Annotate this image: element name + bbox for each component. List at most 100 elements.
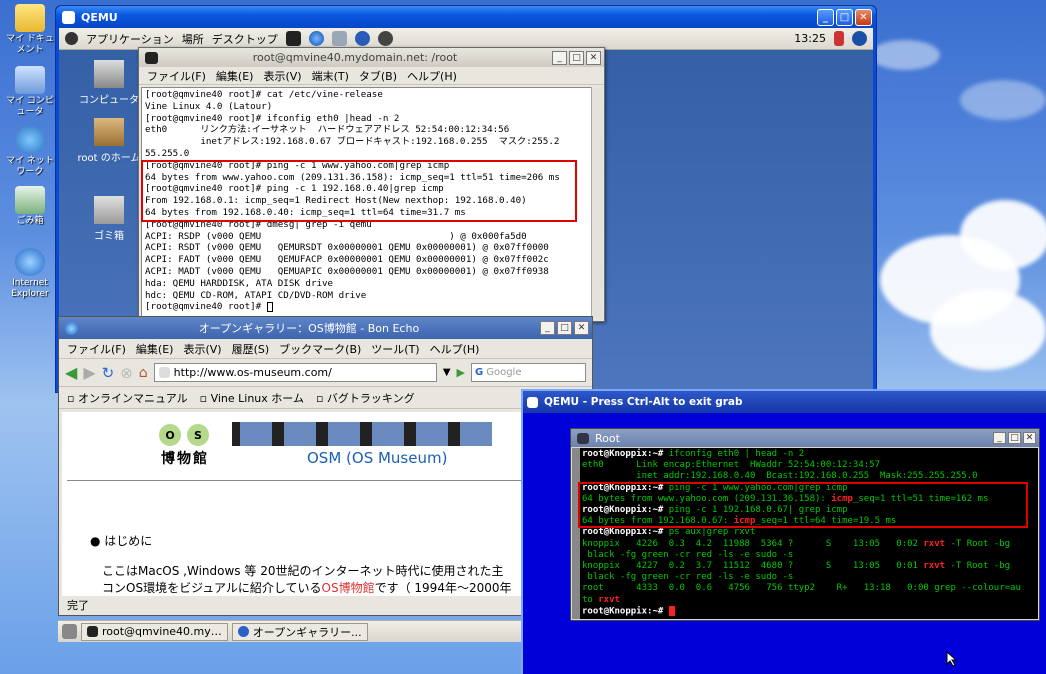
search-input[interactable]: G Google xyxy=(471,363,586,382)
minimize-button[interactable]: _ xyxy=(552,50,567,65)
minimize-button[interactable]: _ xyxy=(993,432,1006,444)
terminal-line: ACPI: MADT (v000 QEMU QEMUAPIC 0x0000000… xyxy=(145,265,549,277)
terminal-line: ACPI: RSDP (v000 QEMU ) @ 0x000fa5d0 xyxy=(145,230,527,242)
home-icon[interactable]: ⌂ xyxy=(139,365,148,381)
terminal-titlebar[interactable]: root@qmvine40.mydomain.net: /root _ □ ✕ xyxy=(139,48,604,67)
browser-launcher-icon[interactable] xyxy=(308,31,324,46)
terminal-scrollbar[interactable] xyxy=(591,87,603,319)
browser-menubar: ファイル(F) 編集(E) 表示(V) 履歴(S) ブックマーク(B) ツール(… xyxy=(59,339,592,359)
terminal-line: [root@qmvine40 root]# xyxy=(145,301,589,313)
menu-file[interactable]: ファイル(F) xyxy=(147,68,206,84)
maximize-button[interactable]: □ xyxy=(836,8,853,26)
help-icon[interactable] xyxy=(354,31,370,46)
panel-menu-desktop[interactable]: デスクトップ xyxy=(212,31,278,47)
panel-menu-places[interactable]: 場所 xyxy=(182,31,204,47)
url-bar[interactable]: http://www.os-museum.com/ xyxy=(153,363,437,382)
terminal-segment: rxvt xyxy=(598,594,620,605)
highlight-box xyxy=(141,160,577,222)
bookmark-manual[interactable]: ▫ オンラインマニュアル xyxy=(67,390,188,406)
menu-bookmarks[interactable]: ブックマーク(B) xyxy=(279,341,361,357)
desktop-icon-my-network[interactable]: マイ ネットワーク xyxy=(2,126,58,178)
menu-terminal[interactable]: 端末(T) xyxy=(312,68,349,84)
mail-launcher-icon[interactable] xyxy=(331,31,347,46)
menu-history[interactable]: 履歴(S) xyxy=(232,341,270,357)
film-strip-image xyxy=(232,422,492,446)
forward-arrow-icon[interactable]: ▶ xyxy=(83,363,95,382)
reload-icon[interactable]: ↻ xyxy=(102,364,115,382)
bookmark-vine-home[interactable]: ▫ Vine Linux ホーム xyxy=(200,390,304,406)
root-terminal-window[interactable]: Root _ □ ✕ root@Knoppix:~# ifconfig eth0… xyxy=(570,428,1040,621)
close-button[interactable]: ✕ xyxy=(855,8,872,26)
desktop-icon-my-documents[interactable]: マイ ドキュメント xyxy=(2,4,58,56)
menu-tabs[interactable]: タブ(B) xyxy=(359,68,397,84)
desktop-icon-internet-explorer[interactable]: Internet Explorer xyxy=(2,248,58,300)
recycle-bin-icon xyxy=(15,186,45,214)
taskbar-browser[interactable]: オープンギャラリー... xyxy=(231,622,368,641)
terminal-window[interactable]: root@qmvine40.mydomain.net: /root _ □ ✕ … xyxy=(138,47,605,322)
minimize-button[interactable]: _ xyxy=(817,8,834,26)
firefox-icon xyxy=(65,321,78,335)
firefox-icon xyxy=(237,626,249,637)
terminal-scrollbar[interactable] xyxy=(572,448,580,619)
navigation-toolbar: ◀ ▶ ↻ ⊗ ⌂ http://www.os-museum.com/ ▼ ▶ … xyxy=(59,359,592,387)
os-museum-link[interactable]: OS博物館 xyxy=(322,581,375,595)
qemu-titlebar[interactable]: QEMU _ □ ✕ xyxy=(56,6,876,28)
url-dropdown-icon[interactable]: ▼ xyxy=(443,367,451,378)
qemu-knoppix-window[interactable]: QEMU - Press Ctrl-Alt to exit grab Root … xyxy=(521,389,1046,674)
desktop-icon-my-computer[interactable]: マイ コンピュータ xyxy=(2,66,58,118)
update-icon[interactable] xyxy=(852,31,867,46)
terminal-line: inet addr:192.168.0.40 Bcast:192.168.0.2… xyxy=(582,471,1036,482)
terminal-icon xyxy=(577,432,589,444)
terminal-launcher-icon[interactable] xyxy=(285,31,301,46)
go-icon[interactable]: ▶ xyxy=(457,366,465,379)
panel-menu-applications[interactable]: アプリケーション xyxy=(86,31,174,47)
guest-icon-computer[interactable]: コンピュータ xyxy=(74,60,144,106)
minimize-button[interactable]: _ xyxy=(540,321,555,335)
maximize-button[interactable]: □ xyxy=(1008,432,1021,444)
browser-window[interactable]: オープンギャラリー：OS博物館 - Bon Echo _ □ ✕ ファイル(F)… xyxy=(58,316,593,616)
menu-edit[interactable]: 編集(E) xyxy=(216,68,254,84)
menu-file[interactable]: ファイル(F) xyxy=(67,341,126,357)
menu-view[interactable]: 表示(V) xyxy=(263,68,301,84)
bookmark-bugtracking[interactable]: ▫ バグトラッキング xyxy=(316,390,415,406)
terminal-line: hda: QEMU HARDDISK, ATA DISK drive xyxy=(145,277,334,289)
terminal-line: knoppix 4227 0.2 3.7 11512 4680 ? S 13:0… xyxy=(582,561,1036,572)
back-arrow-icon[interactable]: ◀ xyxy=(65,363,77,382)
knoppix-terminal-output[interactable]: root@Knoppix:~# ifconfig eth0 | head -n … xyxy=(572,448,1038,619)
close-button[interactable]: ✕ xyxy=(1023,432,1036,444)
guest-icon-home[interactable]: root のホーム xyxy=(74,118,144,164)
menu-help[interactable]: ヘルプ(H) xyxy=(407,68,457,84)
bug-icon[interactable] xyxy=(377,31,393,46)
mouse-cursor-icon xyxy=(946,651,958,667)
stop-icon[interactable]: ⊗ xyxy=(120,364,133,382)
bookmarks-toolbar: ▫ オンラインマニュアル ▫ Vine Linux ホーム ▫ バグトラッキング xyxy=(59,387,592,409)
volume-icon[interactable] xyxy=(834,31,844,46)
menu-view[interactable]: 表示(V) xyxy=(183,341,221,357)
terminal-line: eth0 Link encap:Ethernet HWaddr 52:54:00… xyxy=(582,460,1036,471)
terminal-segment: root@Knoppix:~# xyxy=(582,606,669,617)
home-folder-icon xyxy=(94,118,124,146)
taskbar-terminal[interactable]: root@qmvine40.my… xyxy=(81,622,228,641)
menu-tools[interactable]: ツール(T) xyxy=(371,341,419,357)
desktop-icon-recycle-bin[interactable]: ごみ箱 xyxy=(2,186,58,227)
root-titlebar[interactable]: Root _ □ ✕ xyxy=(571,429,1039,447)
terminal-line: inetアドレス:192.168.0.67 ブロードキャスト:192.168.0… xyxy=(145,136,560,148)
close-button[interactable]: ✕ xyxy=(586,50,601,65)
gnome-foot-icon[interactable] xyxy=(65,32,78,45)
show-desktop-icon[interactable] xyxy=(62,624,77,639)
close-button[interactable]: ✕ xyxy=(574,321,589,335)
maximize-button[interactable]: □ xyxy=(569,50,584,65)
browser-titlebar[interactable]: オープンギャラリー：OS博物館 - Bon Echo _ □ ✕ xyxy=(59,317,592,339)
terminal-line: root@Knoppix:~# ps aux|grep rxvt xyxy=(582,527,1036,538)
panel-clock[interactable]: 13:25 xyxy=(794,32,826,45)
qemu2-titlebar[interactable]: QEMU - Press Ctrl-Alt to exit grab xyxy=(523,391,1046,413)
menu-help[interactable]: ヘルプ(H) xyxy=(430,341,480,357)
maximize-button[interactable]: □ xyxy=(557,321,572,335)
terminal-line: [root@qmvine40 root]# cat /etc/vine-rele… xyxy=(145,89,383,100)
browser-title: オープンギャラリー：OS博物館 - Bon Echo xyxy=(198,322,420,335)
terminal-line: ACPI: FADT (v000 QEMU QEMUFACP 0x0000000… xyxy=(145,254,549,266)
guest-icon-trash[interactable]: ゴミ箱 xyxy=(74,196,144,242)
menu-edit[interactable]: 編集(E) xyxy=(136,341,174,357)
page-content[interactable]: O S 博 物 館 OSM (OS Museum) ● はじめに ここはMacO… xyxy=(62,412,587,596)
terminal-line: Vine Linux 4.0 (Latour) xyxy=(145,100,273,112)
